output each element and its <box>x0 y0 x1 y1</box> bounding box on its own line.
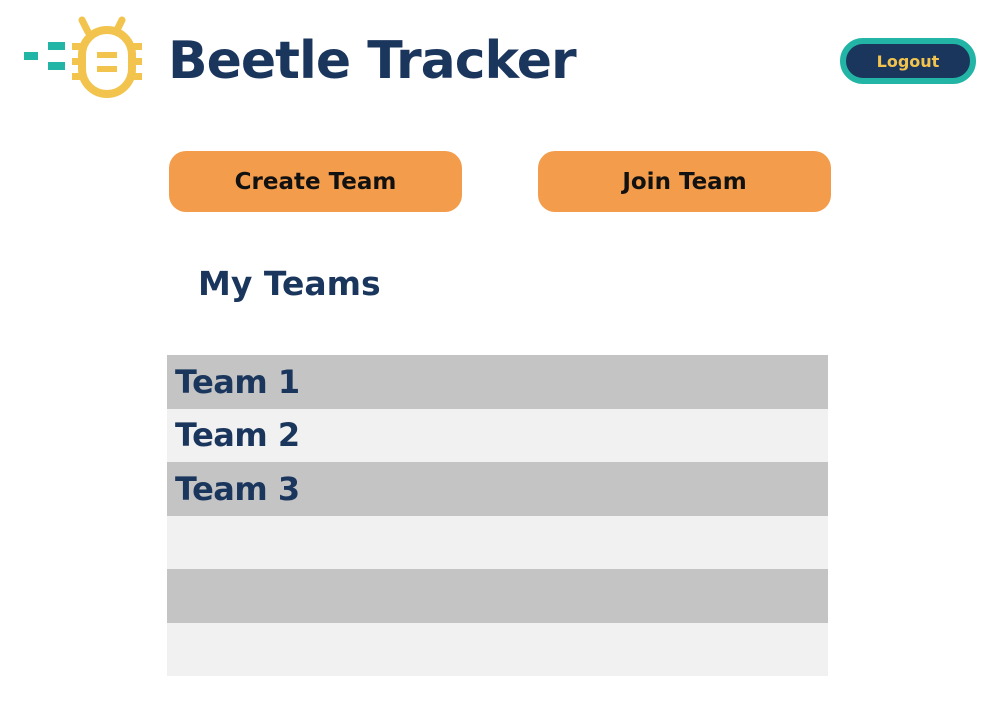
team-row-empty <box>167 622 828 676</box>
my-teams-heading: My Teams <box>198 264 381 303</box>
app-title: Beetle Tracker <box>168 31 577 91</box>
team-row[interactable]: Team 3 <box>167 462 828 516</box>
beetle-logo-icon <box>22 16 148 98</box>
team-row-empty <box>167 569 828 623</box>
team-list: Team 1 Team 2 Team 3 <box>167 355 828 676</box>
team-row[interactable]: Team 2 <box>167 408 828 462</box>
join-team-button[interactable]: Join Team <box>538 151 831 212</box>
team-row[interactable]: Team 1 <box>167 355 828 409</box>
team-row-empty <box>167 515 828 569</box>
logout-button[interactable]: Logout <box>840 38 976 84</box>
page: Beetle Tracker Logout Create Team Join T… <box>0 0 1000 711</box>
create-team-button[interactable]: Create Team <box>169 151 462 212</box>
